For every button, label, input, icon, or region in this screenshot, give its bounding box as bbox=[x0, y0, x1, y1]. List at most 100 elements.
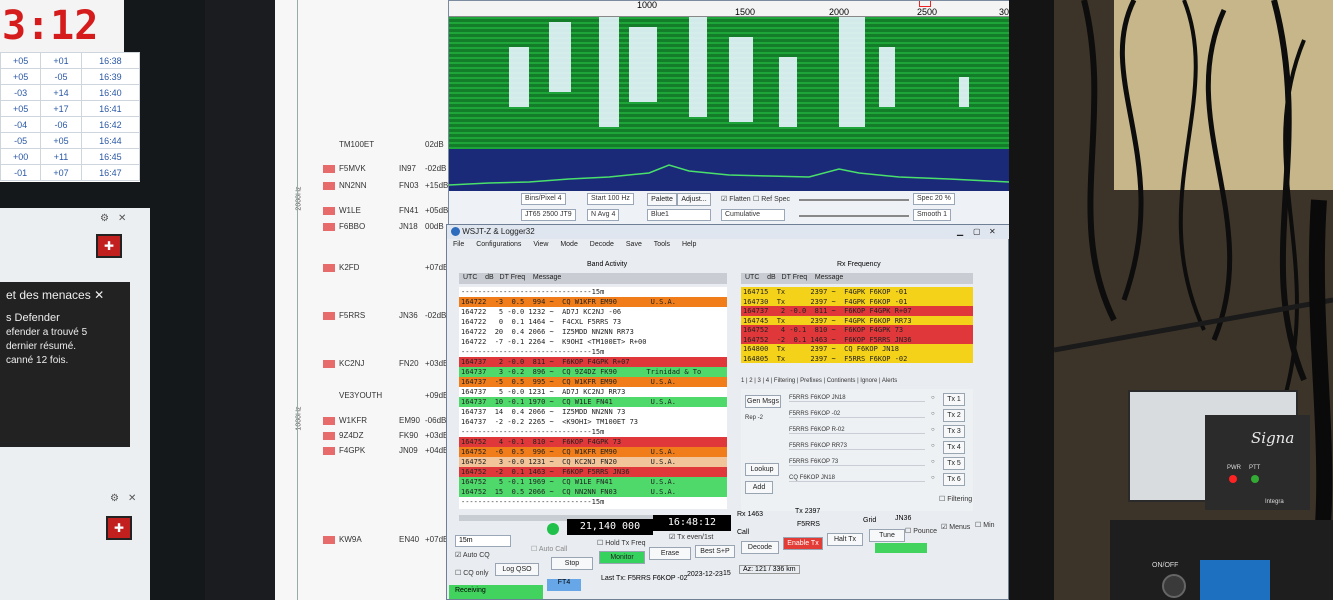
ref-spec-checkbox[interactable]: ☐ Ref Spec bbox=[753, 195, 790, 203]
min-checkbox[interactable]: ☐ Min bbox=[975, 521, 995, 529]
decode-row[interactable]: 164722 5 -0.0 1232 ~ AD7J KC2NJ -06 bbox=[459, 307, 727, 317]
decode-row[interactable]: 164737 -2 -0.2 2265 ~ <K9OHI> TM100ET 73 bbox=[459, 417, 727, 427]
tx-message-field[interactable]: F5RRS F6KOP R-02 bbox=[789, 427, 925, 434]
rx-row[interactable]: 164715 Tx 2397 ~ F4GPK F6KOP -01 bbox=[741, 287, 973, 297]
stop-button[interactable]: Stop bbox=[551, 557, 593, 570]
dx-call-field[interactable]: F5RRS bbox=[797, 521, 820, 528]
band-activity-list[interactable]: -------------------------------15m 164722… bbox=[459, 287, 727, 509]
navg-spinbox[interactable]: N Avg 4 bbox=[587, 209, 620, 221]
dx-grid-field[interactable]: JN36 bbox=[895, 515, 911, 522]
bins-pixel-spinbox[interactable]: Bins/Pixel 4 bbox=[521, 193, 566, 205]
palette-combo[interactable]: Blue1 bbox=[647, 209, 711, 221]
flatten-checkbox[interactable]: ☑ Flatten bbox=[721, 195, 751, 203]
tx-radio[interactable]: ○ bbox=[931, 475, 935, 481]
spot-call[interactable]: TM100ET bbox=[339, 140, 374, 149]
decode-row[interactable]: 164737 14 0.4 2066 ~ IZ5MDD NN2NN 73 bbox=[459, 407, 727, 417]
erase-button[interactable]: Erase bbox=[649, 547, 691, 560]
decode-row[interactable]: 164752 -6 0.5 996 ~ CQ W1KFR EM90 U.S.A. bbox=[459, 447, 727, 457]
rx-row[interactable]: 164800 Tx 2397 ~ CQ F6KOP JN18 bbox=[741, 344, 973, 354]
enable-tx-button[interactable]: Enable Tx bbox=[783, 537, 823, 550]
lookup-button[interactable]: Lookup bbox=[745, 463, 779, 476]
tx-button[interactable]: Tx 1 bbox=[943, 393, 965, 406]
monitor-button[interactable]: Monitor bbox=[599, 551, 645, 564]
decode-row[interactable]: -------------------------------15m bbox=[459, 427, 727, 437]
rx-hz-spinbox[interactable]: Rx 1463 bbox=[737, 511, 763, 518]
menu-mode[interactable]: Mode bbox=[560, 241, 578, 248]
waterfall-display[interactable] bbox=[449, 17, 1009, 149]
minimize-icon[interactable]: ▁ bbox=[957, 227, 963, 236]
decode-row[interactable]: 164722 -7 -0.1 2264 ~ K9OHI <TM100ET> R+… bbox=[459, 337, 727, 347]
spot-call[interactable]: KC2NJ bbox=[339, 359, 364, 368]
settings-icon[interactable]: ⚙ bbox=[110, 493, 119, 504]
decode-row[interactable]: 164752 4 -0.1 810 ~ F6KOP F4GPK 73 bbox=[459, 437, 727, 447]
pounce-checkbox[interactable]: ☐ Pounce bbox=[905, 527, 937, 535]
hold-tx-checkbox[interactable]: ☐ Hold Tx Freq bbox=[597, 539, 646, 547]
decode-row[interactable]: -------------------------------15m bbox=[459, 497, 727, 507]
best-sp-button[interactable]: Best S+P bbox=[695, 545, 735, 558]
mode-combo[interactable]: JT65 2500 JT9 bbox=[521, 209, 576, 221]
spot-call[interactable]: F4GPK bbox=[339, 446, 365, 455]
tx-button[interactable]: Tx 2 bbox=[943, 409, 965, 422]
cq-only-checkbox[interactable]: ☐ CQ only bbox=[455, 569, 489, 577]
decode-button[interactable]: Decode bbox=[741, 541, 779, 554]
tx-even-checkbox[interactable]: ☑ Tx even/1st bbox=[669, 533, 713, 541]
gain-slider[interactable] bbox=[799, 199, 909, 201]
decode-row[interactable]: 164722 0 0.1 1464 ~ F4CXL F5RRS 73 bbox=[459, 317, 727, 327]
tx-radio[interactable]: ○ bbox=[931, 411, 935, 417]
tx-message-field[interactable]: F5RRS F6KOP -02 bbox=[789, 411, 925, 418]
spot-call[interactable]: VE3YOUTH bbox=[339, 391, 382, 400]
tx-radio[interactable]: ○ bbox=[931, 395, 935, 401]
tx-button[interactable]: Tx 4 bbox=[943, 441, 965, 454]
spot-call[interactable]: NN2NN bbox=[339, 181, 367, 190]
menu-file[interactable]: File bbox=[453, 241, 464, 248]
add-button[interactable]: Add bbox=[745, 481, 773, 494]
rx-row[interactable]: 164745 Tx 2397 ~ F4GPK F6KOP RR73 bbox=[741, 315, 973, 326]
decode-row[interactable]: 164752 3 -0.0 1231 ~ CQ KC2NJ FN20 U.S.A… bbox=[459, 457, 727, 467]
spot-call[interactable]: W1LE bbox=[339, 206, 361, 215]
spot-call[interactable]: F6BBO bbox=[339, 222, 365, 231]
power-knob[interactable] bbox=[1162, 574, 1186, 598]
decode-row[interactable]: 164737 2 -0.0 811 ~ F6KOP F4GPK R+07 bbox=[459, 357, 727, 367]
tx-hz-spinbox[interactable]: Tx 2397 bbox=[795, 508, 820, 515]
tx-button[interactable]: Tx 6 bbox=[943, 473, 965, 486]
toast-close-button[interactable]: ✕ bbox=[94, 288, 104, 302]
rx-row[interactable]: 164752 -2 0.1 1463 ~ F6KOP F5RRS JN36 bbox=[741, 334, 973, 345]
spec-spinbox[interactable]: Spec 20 % bbox=[913, 193, 955, 205]
tx-radio[interactable]: ○ bbox=[931, 427, 935, 433]
decode-row[interactable]: 164752 5 -0.1 1969 ~ CQ W1LE FN41 U.S.A. bbox=[459, 477, 727, 487]
start-freq-spinbox[interactable]: Start 100 Hz bbox=[587, 193, 634, 205]
menu-save[interactable]: Save bbox=[626, 241, 642, 248]
decode-row[interactable]: 164737 3 -0.2 896 ~ CQ 9Z4DZ FK90 Trinid… bbox=[459, 367, 727, 377]
menu-configurations[interactable]: Configurations bbox=[476, 241, 521, 248]
settings-icon[interactable]: ⚙ bbox=[100, 213, 109, 224]
filtering-checkbox[interactable]: ☐ Filtering bbox=[939, 495, 972, 503]
rx-row[interactable]: 164737 2 -0.0 811 ~ F6KOP F4GPK R+07 bbox=[741, 306, 973, 316]
rx-row[interactable]: 164730 Tx 2397 ~ F4GPK F6KOP -01 bbox=[741, 296, 973, 307]
decode-row[interactable]: 164737 5 -0.0 1231 ~ AD7J KC2NJ RR73 bbox=[459, 387, 727, 397]
tx-message-field[interactable]: F5RRS F6KOP RR73 bbox=[789, 443, 925, 450]
rx-row[interactable]: 164752 4 -0.1 810 ~ F6KOP F4GPK 73 bbox=[741, 325, 973, 335]
tx-button[interactable]: Tx 3 bbox=[943, 425, 965, 438]
decode-row[interactable]: -------------------------------15m bbox=[459, 347, 727, 357]
close-icon[interactable]: ✕ bbox=[118, 213, 126, 224]
tx-message-field[interactable]: F5RRS F6KOP JN18 bbox=[789, 395, 925, 402]
menu-help[interactable]: Help bbox=[682, 241, 696, 248]
tx-message-field[interactable]: CQ F6KOP JN18 bbox=[789, 475, 925, 482]
zero-slider[interactable] bbox=[799, 215, 909, 217]
report-spinbox[interactable]: Rep -2 bbox=[745, 415, 763, 421]
close-icon[interactable]: ✕ bbox=[128, 493, 136, 504]
halt-tx-button[interactable]: Halt Tx bbox=[827, 533, 863, 546]
decode-row[interactable]: 164737 10 -0.1 1970 ~ CQ W1LE FN41 U.S.A… bbox=[459, 397, 727, 407]
menus-checkbox[interactable]: ☑ Menus bbox=[941, 523, 970, 531]
tx-button[interactable]: Tx 5 bbox=[943, 457, 965, 470]
spot-call[interactable]: W1KFR bbox=[339, 416, 367, 425]
spot-call[interactable]: K2FD bbox=[339, 263, 359, 272]
decode-row[interactable]: 164752 15 0.5 2066 ~ CQ NN2NN FN03 U.S.A… bbox=[459, 487, 727, 497]
decode-row[interactable]: 164737 -5 0.5 995 ~ CQ W1KFR EM90 U.S.A. bbox=[459, 377, 727, 387]
band-combo[interactable]: 15m bbox=[455, 535, 511, 547]
maximize-icon[interactable]: ▢ bbox=[973, 227, 981, 236]
spot-call[interactable]: F5RRS bbox=[339, 311, 365, 320]
spot-call[interactable]: F5MVK bbox=[339, 164, 366, 173]
spot-call[interactable]: 9Z4DZ bbox=[339, 431, 363, 440]
tune-button[interactable]: Tune bbox=[869, 529, 905, 542]
